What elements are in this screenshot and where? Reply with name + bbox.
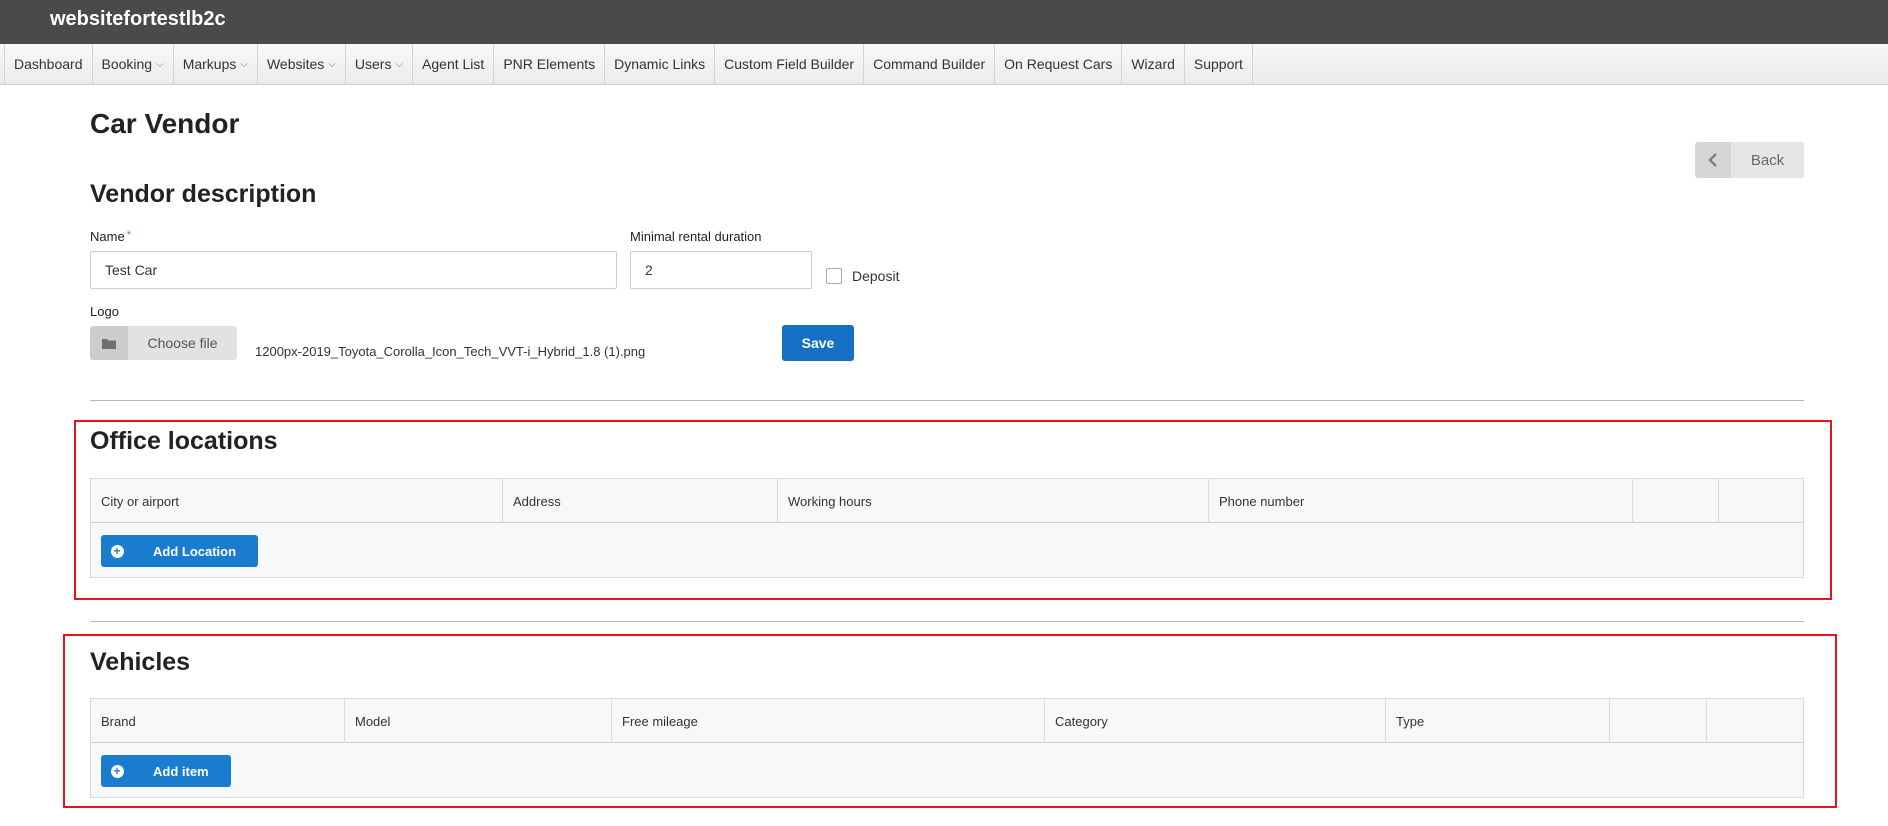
selected-file-name: 1200px-2019_Toyota_Corolla_Icon_Tech_VVT… [255, 344, 646, 359]
name-label-text: Name [90, 229, 125, 244]
add-item-label: Add item [153, 763, 209, 779]
site-title[interactable]: websitefortestlb2c [50, 8, 226, 31]
nav-item-websites[interactable]: Websites ⌵ [256, 44, 346, 84]
back-button-label: Back [1750, 151, 1785, 169]
grid-header: Brand Model Free mileage Category Type [91, 699, 1803, 743]
nav-item-users[interactable]: Users ⌵ [344, 44, 414, 84]
deposit-label: Deposit [852, 268, 900, 284]
plus-circle-icon: + [101, 755, 133, 787]
nav-item-label: Markups [182, 56, 237, 72]
grid-body: + Add Location [91, 523, 1803, 577]
nav-item-label: Booking [101, 56, 153, 72]
nav-item-label: Dynamic Links [614, 56, 706, 72]
chevron-left-icon [1695, 142, 1731, 178]
name-input[interactable] [90, 251, 617, 289]
required-mark: * [126, 229, 131, 241]
choose-file-button[interactable]: Choose file [90, 326, 237, 360]
grid-body: + Add item [91, 743, 1803, 797]
nav-item-label: On Request Cars [1004, 56, 1113, 72]
office-locations-title: Office locations [90, 427, 278, 455]
nav-item-label: Command Builder [873, 56, 986, 72]
nav-item-on-request-cars[interactable]: On Request Cars [994, 44, 1123, 84]
nav-item-label: Websites [266, 56, 325, 72]
nav-item-dashboard[interactable]: Dashboard [4, 44, 93, 84]
folder-icon [90, 326, 128, 360]
main-nav: Dashboard Booking ⌵ Markups ⌵ Websites ⌵ Us… [0, 44, 1888, 85]
vehicles-grid: Brand Model Free mileage Category Type +… [90, 698, 1804, 798]
nav-item-markups[interactable]: Markups ⌵ [172, 44, 258, 84]
divider [90, 400, 1804, 401]
column-header-category[interactable]: Category [1045, 699, 1386, 743]
nav-item-label: Custom Field Builder [724, 56, 855, 72]
nav-item-command-builder[interactable]: Command Builder [863, 44, 996, 84]
nav-item-booking[interactable]: Booking ⌵ [91, 44, 174, 84]
nav-item-dynamic-links[interactable]: Dynamic Links [604, 44, 716, 84]
nav-item-support[interactable]: Support [1183, 44, 1253, 84]
column-header-action-2 [1719, 479, 1803, 523]
vehicles-title: Vehicles [90, 648, 191, 676]
column-header-action-1 [1610, 699, 1707, 743]
nav-item-wizard[interactable]: Wizard [1121, 44, 1185, 84]
chevron-down-icon: ⌵ [156, 58, 164, 70]
nav-item-label: Wizard [1131, 56, 1175, 72]
page-title: Car Vendor [90, 108, 240, 139]
nav-item-agent-list[interactable]: Agent List [412, 44, 495, 84]
grid-header: City or airport Address Working hours Ph… [91, 479, 1803, 523]
top-bar: websitefortestlb2c [0, 0, 1888, 44]
divider [90, 621, 1804, 622]
column-header-action-1 [1633, 479, 1719, 523]
deposit-checkbox[interactable] [826, 268, 842, 284]
nav-item-label: Users [354, 56, 392, 72]
min-rental-duration-label: Minimal rental duration [630, 229, 762, 244]
column-header-working-hours[interactable]: Working hours [778, 479, 1209, 523]
column-header-address[interactable]: Address [503, 479, 778, 523]
back-button[interactable]: Back [1695, 142, 1804, 178]
plus-circle-icon: + [101, 535, 133, 567]
chevron-down-icon: ⌵ [328, 58, 336, 70]
nav-item-label: Support [1193, 56, 1243, 72]
nav-item-label: Agent List [422, 56, 485, 72]
column-header-brand[interactable]: Brand [91, 699, 345, 743]
add-location-button[interactable]: + Add Location [101, 535, 259, 567]
min-rental-duration-input[interactable] [630, 251, 812, 289]
vendor-description-title: Vendor description [90, 180, 317, 208]
save-button[interactable]: Save [782, 325, 854, 361]
nav-item-pnr-elements[interactable]: PNR Elements [493, 44, 606, 84]
office-locations-grid: City or airport Address Working hours Ph… [90, 478, 1804, 578]
nav-list: Dashboard Booking ⌵ Markups ⌵ Websites ⌵ Us… [4, 44, 1253, 84]
add-location-label: Add Location [153, 543, 237, 559]
nav-item-label: Dashboard [14, 56, 83, 72]
column-header-action-2 [1707, 699, 1803, 743]
choose-file-label: Choose file [147, 335, 218, 351]
column-header-city[interactable]: City or airport [91, 479, 503, 523]
column-header-free-mileage[interactable]: Free mileage [612, 699, 1045, 743]
chevron-down-icon: ⌵ [395, 58, 404, 70]
nav-item-custom-field-builder[interactable]: Custom Field Builder [714, 44, 865, 84]
column-header-phone[interactable]: Phone number [1209, 479, 1633, 523]
nav-item-label: PNR Elements [503, 56, 596, 72]
column-header-model[interactable]: Model [345, 699, 612, 743]
name-label: Name * [90, 229, 131, 244]
chevron-down-icon: ⌵ [240, 58, 248, 70]
column-header-type[interactable]: Type [1386, 699, 1610, 743]
add-item-button[interactable]: + Add item [101, 755, 231, 787]
logo-label: Logo [90, 304, 119, 319]
